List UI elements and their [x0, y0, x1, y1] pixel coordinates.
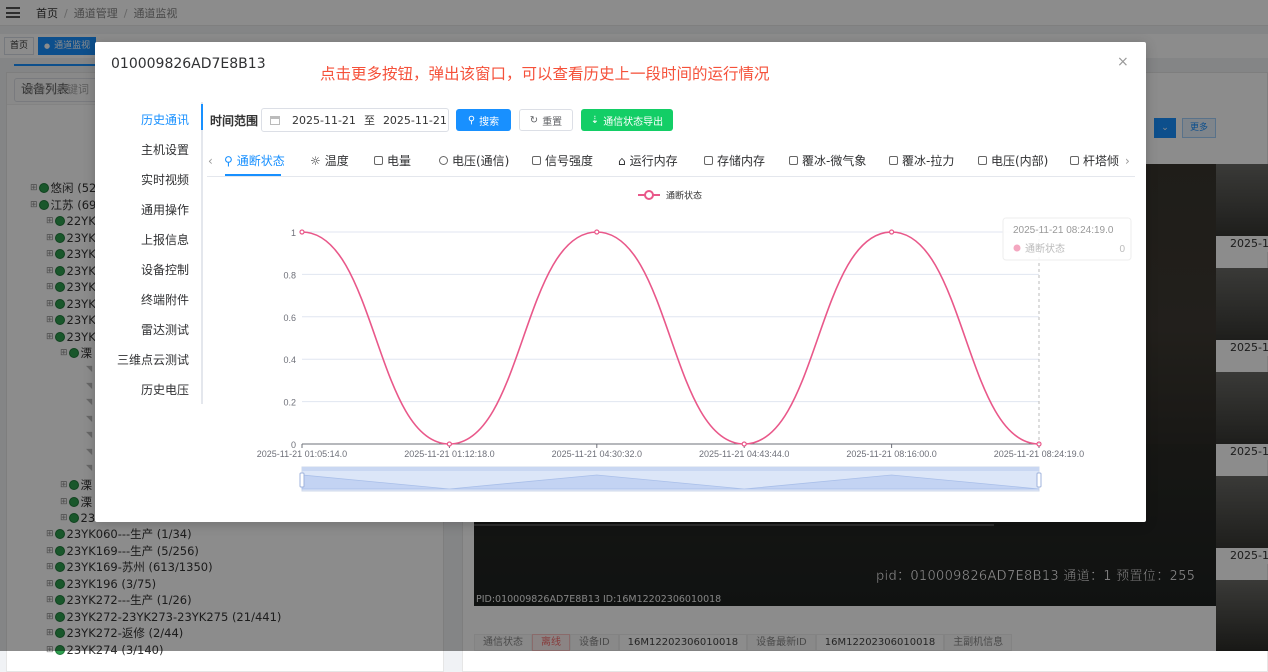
line-chart-svg[interactable]: 0 0.2 0.4 0.6 0.8 1 2025-11-21 01:05:14.0 2025-…: [207, 180, 1135, 500]
tab-icing-weather[interactable]: 覆冰-微气象: [789, 152, 866, 169]
sun-icon: ☼: [310, 153, 321, 168]
y-tick-label: 1: [291, 228, 296, 238]
tab-label: 电量: [387, 154, 412, 168]
search-button-label: 搜索: [479, 116, 500, 128]
data-point: [888, 229, 895, 235]
series-line-connectivity: [301, 231, 1040, 445]
side-item-radar-test[interactable]: 雷达测试: [141, 321, 189, 338]
tab-label: 电压(通信): [452, 154, 510, 168]
tab-icing-tension[interactable]: 覆冰-拉力: [889, 152, 954, 169]
trash-icon: [889, 156, 898, 165]
side-item-pointcloud-test[interactable]: 三维点云测试: [117, 351, 189, 368]
active-tab-underline: [225, 174, 281, 176]
refresh-icon: ↻: [529, 114, 539, 126]
data-point: [446, 441, 452, 447]
message-icon: [374, 156, 383, 165]
date-end[interactable]: 2025-11-21: [383, 114, 447, 127]
trash-icon: [978, 156, 987, 165]
x-tick-label: 2025-11-21 01:05:14.0: [257, 449, 347, 459]
close-icon[interactable]: ×: [1117, 54, 1129, 70]
tab-label: 覆冰-拉力: [902, 154, 955, 168]
tab-label: 运行内存: [629, 154, 678, 168]
tab-tower-tilt[interactable]: 杆塔倾: [1070, 152, 1119, 169]
y-tick-label: 0.8: [283, 270, 296, 280]
date-separator: 至: [363, 114, 375, 127]
x-tick-label: 2025-11-21 04:43:44.0: [699, 449, 789, 459]
chart-tooltip: 2025-11-21 08:24:19.0 通断状态 0: [1002, 217, 1132, 261]
dialog-side-menu: 历史通讯 主机设置 实时视频 通用操作 上报信息 设备控制 终端附件 雷达测试 …: [95, 102, 203, 404]
history-dialog: 010009826AD7E8B13 点击更多按钮，弹出该窗口，可以查看历史上一段…: [95, 42, 1146, 522]
reset-button[interactable]: ↻ 重置: [519, 109, 573, 131]
side-item-live-video[interactable]: 实时视频: [141, 171, 189, 188]
tab-label: 杆塔倾: [1083, 154, 1120, 168]
date-range-picker[interactable]: 2025-11-21 至 2025-11-21: [261, 108, 449, 132]
metric-tabs: ‹ ⚲ 通断状态 ☼ 温度 电量 电压(通信) 信号强度 ⌂ 运行内存 存储内存 覆冰…: [207, 149, 1135, 177]
dialog-annotation: 点击更多按钮，弹出该窗口，可以查看历史上一段时间的运行情况: [320, 65, 770, 83]
tooltip-value: 0: [1119, 244, 1125, 255]
message-icon: [532, 156, 541, 165]
y-tick-label: 0.6: [283, 313, 296, 323]
tab-battery[interactable]: 电量: [374, 152, 411, 169]
trash-icon: [789, 156, 798, 165]
side-item-device-control[interactable]: 设备控制: [141, 261, 189, 278]
data-point: [594, 229, 600, 235]
trash-icon: [704, 156, 713, 165]
datazoom-left-handle[interactable]: [299, 472, 305, 488]
tab-label: 温度: [324, 154, 349, 168]
x-tick-label: 2025-11-21 04:30:32.0: [552, 449, 642, 459]
y-tick-label: 0.4: [283, 355, 296, 365]
side-item-history-voltage[interactable]: 历史电压: [141, 381, 189, 398]
side-item-host-settings[interactable]: 主机设置: [141, 141, 189, 158]
tab-ram[interactable]: ⌂ 运行内存: [618, 152, 678, 169]
side-item-report-info[interactable]: 上报信息: [141, 231, 189, 248]
tab-internal-voltage[interactable]: 电压(内部): [978, 152, 1048, 169]
tab-comm-voltage[interactable]: 电压(通信): [439, 152, 509, 169]
tab-signal-strength[interactable]: 信号强度: [532, 152, 593, 169]
side-item-terminal-attachments[interactable]: 终端附件: [141, 291, 189, 308]
tooltip-time: 2025-11-21 08:24:19.0: [1013, 225, 1114, 236]
x-tick-label: 2025-11-21 08:16:00.0: [846, 449, 936, 459]
tab-label: 电压(内部): [991, 154, 1049, 168]
reset-button-label: 重置: [542, 116, 563, 128]
data-point: [741, 441, 747, 447]
tab-storage[interactable]: 存储内存: [704, 152, 765, 169]
tab-connectivity[interactable]: ⚲ 通断状态: [224, 152, 285, 169]
tab-temperature[interactable]: ☼ 温度: [310, 152, 349, 169]
calendar-icon: [270, 115, 280, 125]
lock-icon: ⌂: [618, 153, 626, 168]
x-tick-label: 2025-11-21 08:24:19.0: [994, 449, 1084, 459]
tabs-next-icon[interactable]: ›: [1125, 154, 1130, 168]
tab-label: 覆冰-微气象: [802, 154, 867, 168]
download-icon: ⇣: [590, 114, 600, 126]
tabs-prev-icon[interactable]: ‹: [208, 154, 213, 168]
time-range-label: 时间范围: [210, 114, 259, 128]
side-menu-active-bar: [201, 104, 203, 130]
side-item-history-comm[interactable]: 历史通讯: [141, 111, 189, 128]
x-tick-label: 2025-11-21 01:12:18.0: [404, 449, 494, 459]
y-tick-label: 0.2: [283, 398, 296, 408]
search-button[interactable]: ⚲ 搜索: [456, 109, 511, 131]
legend-marker: [644, 190, 654, 200]
datazoom-top-bar: [302, 467, 1039, 471]
date-start[interactable]: 2025-11-21: [292, 114, 356, 127]
datazoom-right-handle[interactable]: [1036, 472, 1042, 488]
data-point: [299, 229, 305, 235]
circle-icon: [439, 156, 448, 165]
side-item-general-ops[interactable]: 通用操作: [141, 201, 189, 218]
tooltip-series: 通断状态: [1025, 242, 1065, 255]
search-icon: ⚲: [224, 153, 233, 168]
export-button-label: 通信状态导出: [603, 116, 664, 128]
tab-label: 信号强度: [545, 154, 594, 168]
dialog-title: 010009826AD7E8B13: [111, 56, 266, 72]
legend-label: 通断状态: [666, 190, 702, 201]
search-icon: ⚲: [467, 114, 476, 126]
tab-label: 通断状态: [236, 154, 285, 168]
trash-icon: [1070, 156, 1079, 165]
tooltip-marker: [1013, 244, 1021, 252]
tab-label: 存储内存: [717, 154, 766, 168]
export-button[interactable]: ⇣ 通信状态导出: [581, 109, 673, 131]
connectivity-chart[interactable]: 0 0.2 0.4 0.6 0.8 1 2025-11-21 01:05:14.0 2025-…: [207, 180, 1135, 500]
